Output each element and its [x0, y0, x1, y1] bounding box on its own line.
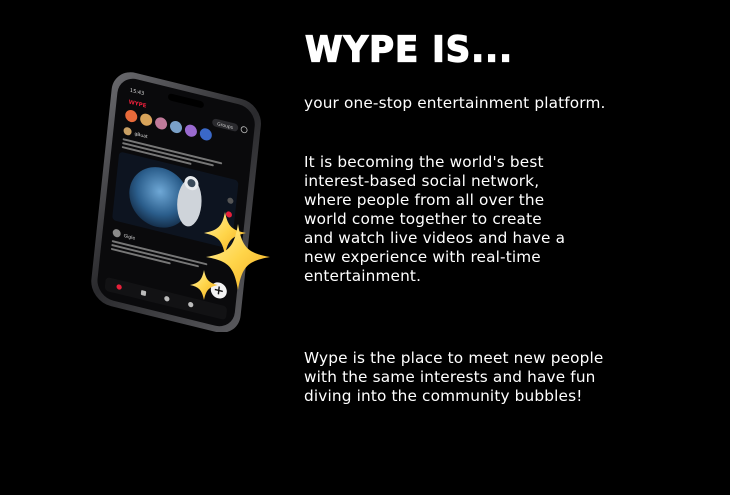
- description-line: and watch live videos and have a: [304, 229, 566, 247]
- description-paragraph: It is becoming the world's best interest…: [304, 153, 565, 286]
- description-line: entertainment.: [304, 267, 422, 285]
- phone-illustration: 15:43 WYPE Groups gBuat Gigle: [60, 62, 280, 332]
- description-line: where people from all over the: [304, 191, 545, 209]
- page-title: WYPE IS...: [304, 28, 513, 71]
- description-line: world come together to create: [304, 210, 542, 228]
- tagline: your one-stop entertainment platform.: [304, 94, 606, 113]
- tagline-line: your one-stop entertainment platform.: [304, 94, 606, 112]
- description-line: It is becoming the world's best: [304, 153, 544, 171]
- community-line: Wype is the place to meet new people: [304, 349, 604, 367]
- phone-mockup: 15:43 WYPE Groups gBuat Gigle: [91, 72, 270, 332]
- description-line: interest-based social network,: [304, 172, 540, 190]
- community-line: diving into the community bubbles!: [304, 387, 583, 405]
- community-line: with the same interests and have fun: [304, 368, 596, 386]
- description-line: new experience with real-time: [304, 248, 541, 266]
- community-paragraph: Wype is the place to meet new people wit…: [304, 349, 604, 406]
